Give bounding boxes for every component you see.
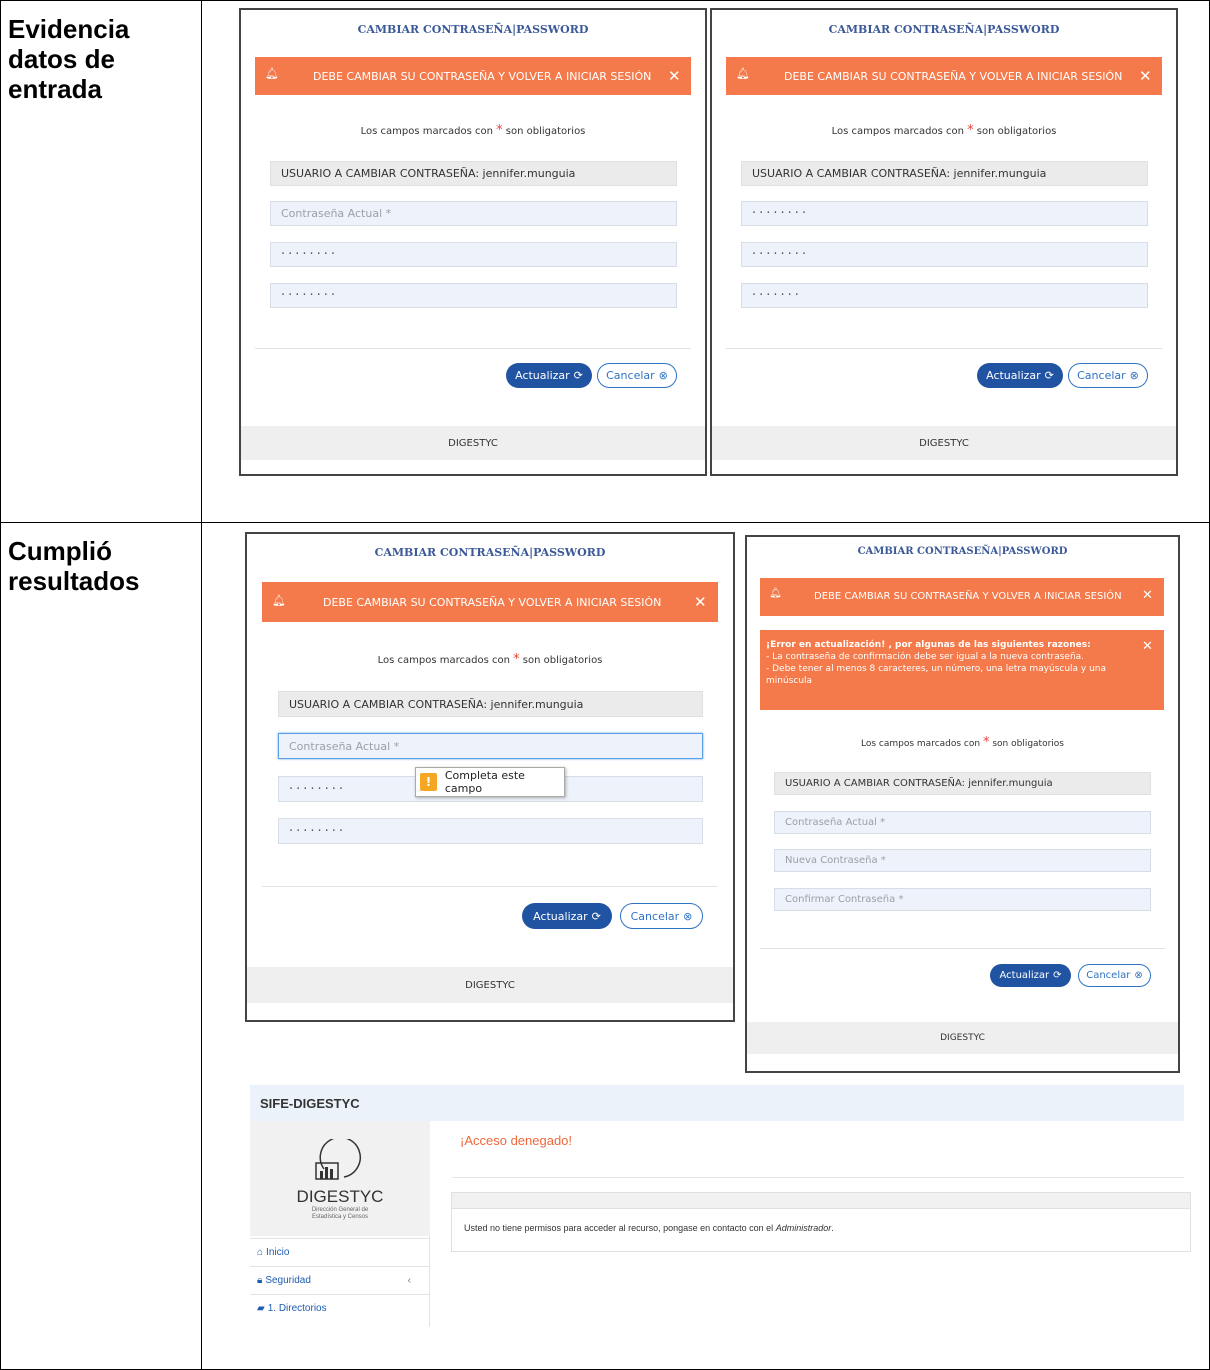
error-text: ¡Error en actualización! , por algunas d…	[766, 640, 1107, 686]
required-note: Los campos marcados con * son obligatori…	[360, 123, 586, 138]
modal-title: CAMBIAR CONTRASEÑA|PASSWORD	[828, 23, 1060, 36]
lock-icon: 🔒︎	[257, 1275, 263, 1286]
cancel-button[interactable]: Cancelar ⊗	[1068, 363, 1148, 388]
modal-footer: DIGESTYC	[747, 1022, 1178, 1054]
error-alert: ¡Error en actualización! , por algunas d…	[760, 630, 1164, 710]
current-password-input[interactable]: ········	[741, 201, 1148, 226]
cancel-circle-icon: ⊗	[1129, 369, 1139, 382]
alert-text: DEBE CAMBIAR SU CONTRASEÑA Y VOLVER A IN…	[323, 596, 662, 609]
new-password-input[interactable]: ········	[741, 242, 1148, 267]
user-field: USUARIO A CAMBIAR CONTRASEÑA: jennifer.m…	[278, 691, 703, 717]
divider	[255, 348, 691, 349]
update-button[interactable]: Actualizar ⟳	[506, 363, 592, 388]
access-denied-title: ¡Acceso denegado!	[460, 1133, 573, 1148]
alert-banner: 🔔︎ DEBE CAMBIAR SU CONTRASEÑA Y VOLVER A…	[262, 582, 718, 622]
row-label-result: Cumplió resultados	[8, 536, 140, 596]
change-password-modal-filled: CAMBIAR CONTRASEÑA|PASSWORD 🔔︎ DEBE CAMB…	[712, 10, 1176, 474]
bell-icon: 🔔︎	[769, 588, 782, 599]
current-password-input[interactable]: Contraseña Actual *	[270, 201, 677, 226]
user-field: USUARIO A CAMBIAR CONTRASEÑA: jennifer.m…	[741, 161, 1148, 186]
cancel-button[interactable]: Cancelar ⊗	[1078, 964, 1151, 987]
user-field: USUARIO A CAMBIAR CONTRASEÑA: jennifer.m…	[270, 161, 677, 186]
user-field: USUARIO A CAMBIAR CONTRASEÑA: jennifer.m…	[774, 772, 1151, 795]
change-password-modal-validation: CAMBIAR CONTRASEÑA|PASSWORD 🔔︎ DEBE CAMB…	[247, 534, 733, 1020]
cancel-circle-icon: ⊗	[683, 909, 693, 923]
confirm-password-input[interactable]: ········	[278, 818, 703, 844]
refresh-icon: ⟳	[573, 369, 583, 382]
bell-icon: 🔔︎	[736, 67, 750, 80]
close-icon[interactable]: ✕	[1142, 588, 1153, 603]
alert-banner: 🔔︎ DEBE CAMBIAR SU CONTRASEÑA Y VOLVER A…	[760, 578, 1164, 616]
divider	[726, 348, 1162, 349]
alert-text: DEBE CAMBIAR SU CONTRASEÑA Y VOLVER A IN…	[313, 70, 652, 83]
sidebar-item-inicio[interactable]: ⌂ Inicio	[250, 1238, 429, 1266]
close-icon[interactable]: ✕	[694, 593, 707, 611]
refresh-icon: ⟳	[1053, 970, 1062, 981]
alert-text: DEBE CAMBIAR SU CONTRASEÑA Y VOLVER A IN…	[814, 591, 1122, 602]
sidebar-item-seguridad[interactable]: 🔒︎ Seguridad ‹	[250, 1266, 429, 1294]
cancel-circle-icon: ⊗	[1134, 970, 1143, 981]
validation-tooltip: ! Completa este campo	[415, 767, 565, 797]
home-icon: ⌂	[257, 1247, 264, 1258]
modal-footer: DIGESTYC	[247, 967, 733, 1003]
permission-message: Usted no tiene permisos para acceder al …	[464, 1223, 834, 1233]
cancel-circle-icon: ⊗	[658, 369, 668, 382]
current-password-input[interactable]: Contraseña Actual *	[278, 733, 703, 759]
required-note: Los campos marcados con * son obligatori…	[377, 652, 603, 667]
new-password-input[interactable]: Nueva Contraseña *	[774, 849, 1151, 872]
new-password-input[interactable]: ········	[270, 242, 677, 267]
logo-name: DIGESTYC	[296, 1187, 384, 1206]
required-note: Los campos marcados con * son obligatori…	[861, 735, 1064, 750]
close-icon[interactable]: ✕	[1142, 640, 1153, 653]
alert-banner: 🔔︎ DEBE CAMBIAR SU CONTRASEÑA Y VOLVER A…	[255, 57, 691, 95]
chevron-left-icon: ‹	[407, 1275, 411, 1286]
confirm-password-input[interactable]: ·······	[741, 283, 1148, 308]
update-button[interactable]: Actualizar ⟳	[977, 363, 1063, 388]
logo-sub1: Dirección General de	[311, 1207, 369, 1213]
message-panel: Usted no tiene permisos para acceder al …	[451, 1192, 1191, 1252]
digestyc-logo-icon	[315, 1139, 361, 1180]
modal-title: CAMBIAR CONTRASEÑA|PASSWORD	[857, 546, 1068, 557]
required-note: Los campos marcados con * son obligatori…	[831, 123, 1057, 138]
update-button[interactable]: Actualizar ⟳	[990, 964, 1071, 987]
sidebar: DIGESTYC Dirección General de Estadístic…	[250, 1121, 430, 1327]
row2-label-cell	[0, 522, 202, 1370]
refresh-icon: ⟳	[1044, 369, 1054, 382]
cancel-button[interactable]: Cancelar ⊗	[597, 363, 677, 388]
modal-footer: DIGESTYC	[712, 426, 1176, 460]
bell-icon: 🔔︎	[265, 67, 279, 80]
close-icon[interactable]: ✕	[668, 67, 681, 85]
sidebar-item-directorios[interactable]: ▰ 1. Directorios	[250, 1294, 429, 1322]
alert-banner: 🔔︎ DEBE CAMBIAR SU CONTRASEÑA Y VOLVER A…	[726, 57, 1162, 95]
alert-text: DEBE CAMBIAR SU CONTRASEÑA Y VOLVER A IN…	[784, 70, 1123, 83]
divider	[760, 948, 1165, 949]
modal-title: CAMBIAR CONTRASEÑA|PASSWORD	[357, 23, 589, 36]
confirm-password-input[interactable]: ········	[270, 283, 677, 308]
change-password-modal: CAMBIAR CONTRASEÑA|PASSWORD 🔔︎ DEBE CAMB…	[241, 10, 705, 474]
logo-area: DIGESTYC Dirección General de Estadístic…	[250, 1121, 430, 1236]
warning-icon: !	[420, 773, 437, 791]
panel-header	[452, 1193, 1190, 1209]
modal-title: CAMBIAR CONTRASEÑA|PASSWORD	[374, 546, 606, 559]
divider	[262, 886, 718, 887]
change-password-modal-error: CAMBIAR CONTRASEÑA|PASSWORD 🔔︎ DEBE CAMB…	[747, 537, 1178, 1071]
refresh-icon: ⟳	[591, 909, 601, 923]
divider	[452, 1177, 1184, 1178]
bell-icon: 🔔︎	[272, 594, 286, 607]
modal-footer: DIGESTYC	[241, 426, 705, 460]
current-password-input[interactable]: Contraseña Actual *	[774, 811, 1151, 834]
cancel-button[interactable]: Cancelar ⊗	[620, 903, 703, 929]
folder-icon: ▰	[257, 1303, 265, 1314]
logo-sub2: Estadística y Censos	[311, 1214, 369, 1220]
close-icon[interactable]: ✕	[1139, 67, 1152, 85]
row-label-evidence: Evidencia datos de entrada	[8, 14, 130, 104]
app-header: SIFE-DIGESTYC	[250, 1085, 1184, 1121]
update-button[interactable]: Actualizar ⟳	[522, 903, 612, 929]
confirm-password-input[interactable]: Confirmar Contraseña *	[774, 888, 1151, 911]
